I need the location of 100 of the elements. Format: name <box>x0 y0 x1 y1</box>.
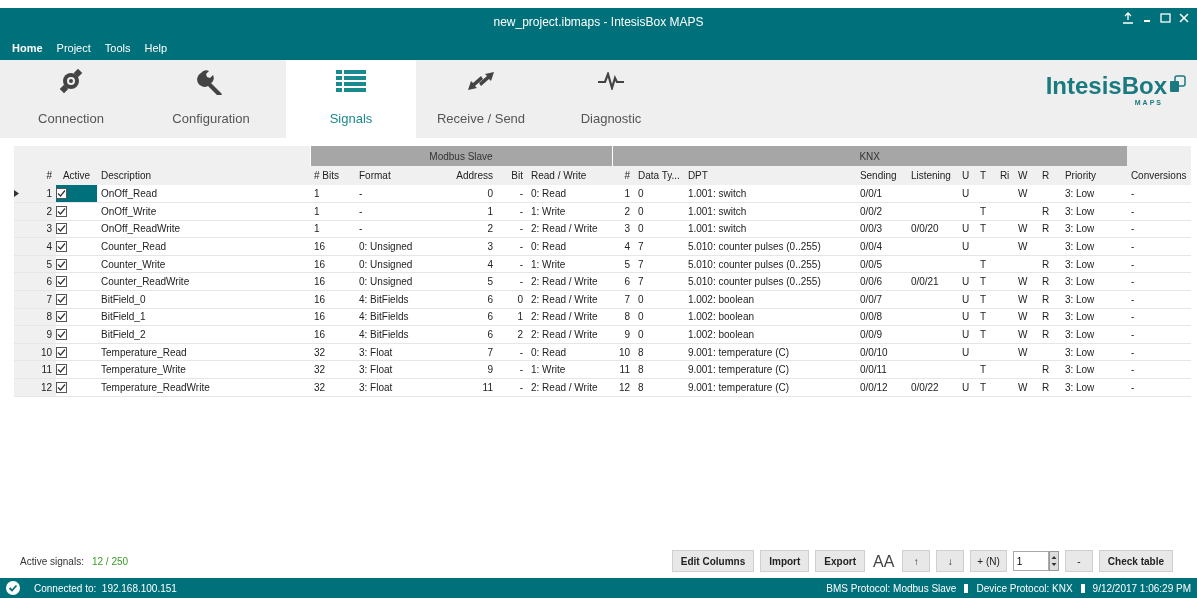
toolbar-button[interactable]: Import <box>760 550 810 572</box>
table-cell: U <box>961 223 970 235</box>
table-cell: 0: Unsigned <box>359 241 413 253</box>
table-cell: - <box>1130 223 1135 235</box>
ribbon-tab[interactable]: Receive / Send <box>416 60 546 138</box>
table-cell: U <box>961 293 970 305</box>
table-cell: R <box>1041 311 1050 323</box>
column-header[interactable]: U <box>961 170 970 181</box>
status-text: Device Protocol: KNX <box>976 581 1073 596</box>
table-cell: 32 <box>314 381 326 393</box>
checkbox[interactable] <box>56 258 67 270</box>
menu-item[interactable]: Project <box>56 39 91 57</box>
column-header[interactable]: Bit <box>511 170 523 181</box>
column-header[interactable]: # <box>46 170 52 181</box>
checkbox[interactable] <box>56 346 67 358</box>
table-cell: 7 <box>46 293 52 305</box>
table-cell: 0 <box>638 311 644 323</box>
column-header[interactable]: Description <box>101 170 152 181</box>
table-cell: 3: Low <box>1064 205 1095 217</box>
column-header[interactable]: Sending <box>859 170 897 181</box>
toolbar-button[interactable]: + (N) <box>970 550 1007 572</box>
ribbon-tab[interactable]: Configuration <box>136 60 286 138</box>
arrows-icon <box>468 71 494 90</box>
column-header[interactable]: Conversions <box>1130 170 1187 181</box>
column-header[interactable]: DPT <box>687 170 708 181</box>
checkbox[interactable] <box>56 329 67 341</box>
column-header[interactable]: Read / Write <box>531 170 587 181</box>
menu-item[interactable]: Tools <box>104 39 131 57</box>
table-cell: - <box>519 381 523 393</box>
checkbox[interactable] <box>56 276 67 288</box>
table-cell: 8 <box>624 311 630 323</box>
checkbox[interactable] <box>56 381 67 393</box>
table-cell: - <box>519 346 523 358</box>
table-cell: - <box>359 205 363 217</box>
checkbox[interactable] <box>56 205 67 217</box>
table-cell: 1 <box>46 188 52 200</box>
column-header[interactable]: W <box>1017 170 1028 181</box>
maximize-icon[interactable] <box>1160 12 1171 24</box>
font-size-button[interactable]: AA <box>871 550 897 572</box>
ribbon-tab[interactable]: Diagnostic <box>546 60 676 138</box>
table-cell: R <box>1041 293 1050 305</box>
table-cell: BitField_1 <box>101 311 146 323</box>
table-cell: 2: Read / Write <box>531 381 598 393</box>
table-cell: W <box>1017 346 1028 358</box>
column-header[interactable]: Data Ty... <box>638 170 680 181</box>
ribbon-tab[interactable]: Connection <box>6 60 136 138</box>
table-cell: T <box>979 329 986 341</box>
column-header[interactable]: # <box>624 170 630 181</box>
checkbox[interactable] <box>56 311 67 323</box>
column-header[interactable]: T <box>979 170 986 181</box>
checkbox[interactable] <box>56 364 67 376</box>
column-header[interactable]: # Bits <box>314 170 339 181</box>
connection-status: Connected to: 192.168.100.151 <box>34 581 177 596</box>
table-cell: T <box>979 258 986 270</box>
table-cell: 0: Unsigned <box>359 276 413 288</box>
toolbar-button[interactable]: ↓ <box>936 550 965 572</box>
table-cell: R <box>1041 276 1050 288</box>
menu-item[interactable]: Help <box>144 39 168 57</box>
column-header[interactable]: Listening <box>910 170 951 181</box>
table-cell: 0 <box>638 329 644 341</box>
checkbox[interactable] <box>56 293 67 305</box>
table-cell: - <box>1130 276 1135 288</box>
table-cell: 0/0/7 <box>859 293 883 305</box>
ribbon-tab[interactable]: Signals <box>286 60 416 138</box>
column-header[interactable]: Priority <box>1064 170 1096 181</box>
table-cell: R <box>1041 364 1050 376</box>
table-cell: Temperature_Read <box>101 346 187 358</box>
table-cell: R <box>1041 329 1050 341</box>
table-cell: 1 <box>624 188 630 200</box>
column-header[interactable]: Address <box>456 170 493 181</box>
checkbox[interactable] <box>56 188 67 200</box>
toolbar-button[interactable]: ↑ <box>902 550 931 572</box>
menu-item[interactable]: Home <box>12 39 43 57</box>
number-field[interactable]: 1 <box>1012 551 1049 571</box>
column-header[interactable]: R <box>1041 170 1050 181</box>
table-cell: - <box>519 188 523 200</box>
table-cell: 0/0/11 <box>859 364 887 376</box>
table-cell: - <box>519 205 523 217</box>
column-header[interactable]: Ri <box>999 170 1010 181</box>
table-cell: 4: BitFields <box>359 293 409 305</box>
table-cell: 3 <box>46 223 52 235</box>
checkbox[interactable] <box>56 241 67 253</box>
toolbar-button[interactable]: - <box>1064 550 1093 572</box>
table-cell: 1.001: switch <box>687 188 747 200</box>
table-cell: 1: Write <box>531 364 566 376</box>
table-cell: OnOff_Read <box>101 188 157 200</box>
table-cell: 0 <box>638 223 644 235</box>
close-icon[interactable] <box>1179 13 1189 23</box>
table-cell: Counter_ReadWrite <box>101 276 190 288</box>
table-cell: W <box>1017 293 1028 305</box>
toolbar-button[interactable]: Edit Columns <box>671 550 755 572</box>
column-header[interactable]: Active <box>62 170 91 181</box>
toolbar-button[interactable]: Export <box>815 550 865 572</box>
column-header[interactable]: Format <box>359 170 391 181</box>
table-cell: 1.001: switch <box>687 205 747 217</box>
spinner-arrows-icon[interactable] <box>1048 551 1059 571</box>
toolbar-button[interactable]: Check table <box>1098 550 1173 572</box>
upload-icon[interactable] <box>1122 12 1134 24</box>
group-header: Modbus Slave <box>310 146 612 166</box>
checkbox[interactable] <box>56 223 67 235</box>
